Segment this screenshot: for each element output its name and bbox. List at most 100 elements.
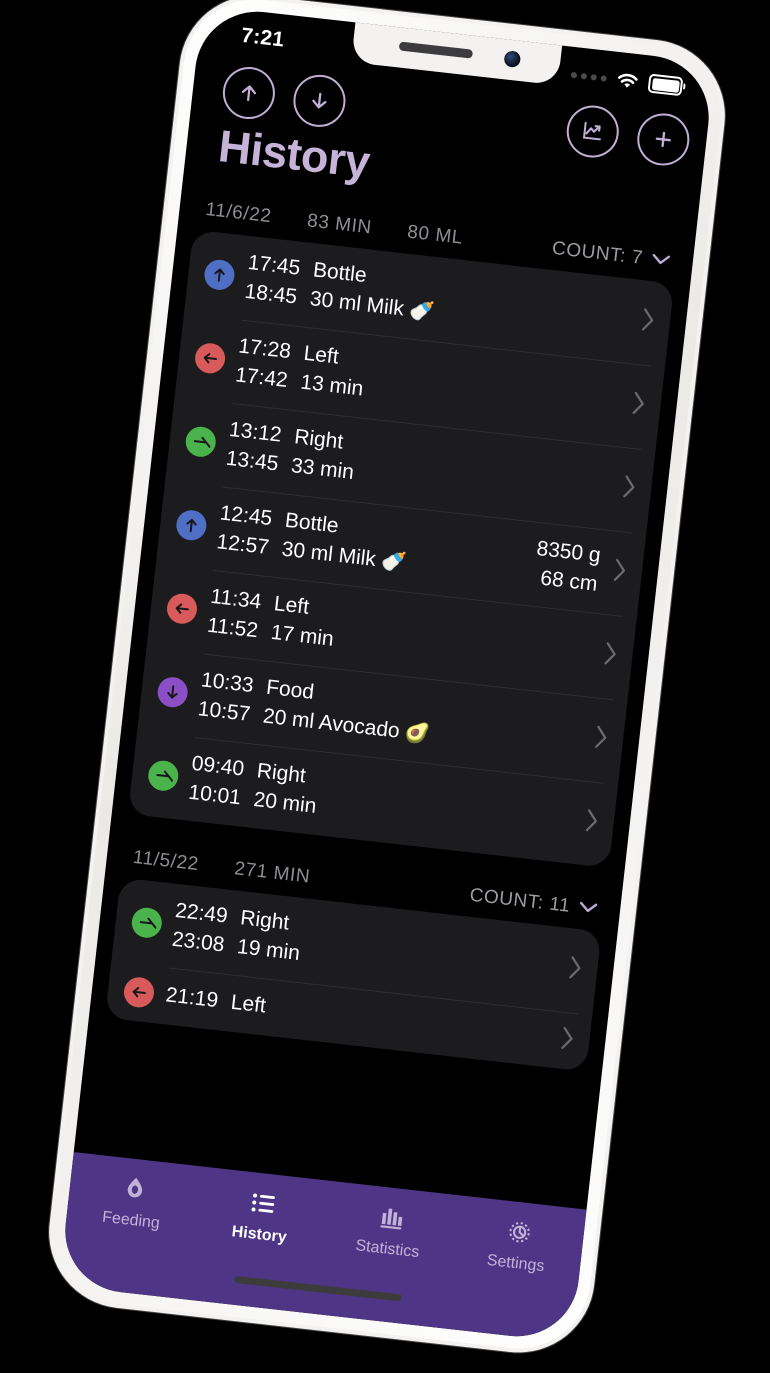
scroll-to-bottom-button[interactable] (290, 72, 349, 130)
arrow-left-icon (203, 352, 218, 364)
entry-type-badge (174, 508, 208, 542)
phone-screen: 7:21 History 11/6/22 83 MIN 80 ML COUNT:… (58, 5, 716, 1343)
entry-end-time: 18:45 (243, 279, 299, 309)
arrow-down-circle-icon (312, 92, 327, 109)
chevron-right-icon (623, 475, 635, 498)
entry-times: 11:34 11:52 (206, 583, 263, 646)
droplet-icon (127, 1177, 142, 1198)
entry-end-time: 12:57 (215, 530, 271, 559)
entry-end-time: 13:45 (224, 446, 280, 476)
entry-times: 13:12 13:45 (224, 416, 283, 479)
entry-times: 09:40 10:01 (187, 750, 246, 813)
entry-times: 17:45 18:45 (243, 249, 302, 312)
droplet-icon (118, 1171, 151, 1206)
day-card: 17:45 18:45 Bottle 30 ml Milk 🍼 17:28 17:42 Le… (127, 229, 675, 868)
wifi-icon (618, 73, 638, 88)
entry-disclosure-chevron[interactable] (620, 473, 638, 505)
entry-type-badge (122, 975, 156, 1009)
arrow-right-icon (156, 770, 174, 782)
status-indicators (570, 65, 684, 97)
entry-disclosure-chevron[interactable] (602, 640, 620, 672)
signal-dots-icon (570, 71, 608, 82)
entry-emoji-icon: 🍼 (374, 548, 408, 575)
day-volume: 80 ML (406, 221, 465, 249)
entry-times: 10:33 10:57 (196, 666, 255, 729)
chevron-right-icon (595, 725, 607, 749)
entry-disclosure-chevron[interactable] (583, 807, 601, 839)
entry-disclosure-chevron[interactable] (611, 557, 629, 589)
day-count-label: COUNT: 11 (468, 884, 572, 917)
tab-statistics[interactable]: Statistics (322, 1195, 457, 1266)
gear-icon (508, 1221, 530, 1243)
tab-label: Statistics (354, 1237, 421, 1262)
chart-uptrend-circle-icon (582, 121, 601, 141)
screenshot-stage: 7:21 History 11/6/22 83 MIN 80 ML COUNT:… (0, 0, 770, 1373)
list-icon (246, 1186, 279, 1221)
tab-history[interactable]: History (194, 1180, 329, 1251)
tab-label: History (230, 1223, 288, 1247)
entry-disclosure-chevron[interactable] (630, 390, 648, 422)
entry-type-badge (165, 591, 199, 626)
day-minutes: 83 MIN (306, 210, 373, 239)
scroll-to-top-button[interactable] (220, 64, 278, 122)
chevron-down-icon (580, 901, 598, 912)
day-date: 11/5/22 (131, 846, 200, 875)
battery-full-icon (647, 73, 684, 97)
chevron-right-icon (632, 392, 644, 415)
entry-end-time: 10:57 (196, 696, 252, 726)
entry-times: 12:45 12:57 (215, 499, 274, 562)
entry-end-time: 17:42 (234, 363, 289, 392)
entry-end-time: 23:08 (170, 927, 226, 957)
entry-start-time: 21:19 (164, 982, 220, 1012)
entry-metrics: 8350 g 68 cm (532, 535, 602, 600)
earpiece-speaker (398, 41, 474, 59)
bar-chart-icon (379, 1208, 402, 1230)
tab-feeding[interactable]: Feeding (66, 1166, 201, 1237)
chevron-right-icon (641, 308, 654, 331)
entry-type-badge (146, 758, 180, 792)
arrow-right-icon (193, 436, 211, 448)
chevron-right-icon (561, 1026, 573, 1049)
entry-times: 22:49 23:08 (170, 897, 229, 960)
chevron-down-icon[interactable] (650, 249, 672, 273)
chevron-down-icon[interactable] (577, 896, 599, 920)
statistics-button[interactable] (564, 102, 622, 161)
entry-disclosure-chevron[interactable] (566, 954, 584, 986)
entry-type-badge (156, 675, 190, 709)
day-count-toggle[interactable]: COUNT: 11 (469, 884, 600, 920)
entry-times: 21:19 (164, 981, 220, 1016)
arrow-left-icon (132, 987, 146, 998)
tab-settings[interactable]: Settings (450, 1209, 585, 1280)
tab-label: Feeding (101, 1208, 161, 1233)
list-icon (250, 1193, 275, 1213)
arrow-up-icon (186, 518, 197, 533)
phone-mockup: 7:21 History 11/6/22 83 MIN 80 ML COUNT:… (41, 0, 733, 1361)
chevron-down-icon (652, 253, 670, 265)
arrow-right-icon (139, 917, 157, 929)
arrow-up-icon (214, 268, 225, 282)
chevron-right-icon (613, 559, 626, 582)
entry-type-badge (193, 341, 227, 375)
front-camera (503, 50, 522, 68)
entry-disclosure-chevron[interactable] (639, 307, 657, 339)
entry-emoji-icon: 🥑 (398, 720, 432, 746)
entry-description: Bottle 30 ml Milk 🍼 (280, 507, 538, 593)
status-clock: 7:21 (240, 23, 286, 52)
arrow-up-circle-icon (241, 85, 257, 102)
tab-label: Settings (485, 1251, 546, 1276)
day-date: 11/6/22 (204, 198, 273, 228)
entry-emoji-icon: 🍼 (402, 298, 436, 324)
bar-chart-icon (374, 1200, 407, 1235)
entry-type-badge (184, 425, 218, 459)
chevron-right-icon (585, 809, 597, 832)
entry-metric-value: 68 cm (539, 566, 599, 596)
add-entry-button[interactable] (634, 110, 693, 169)
arrow-down-icon (167, 684, 178, 699)
entry-end-time: 10:01 (187, 780, 243, 810)
entry-disclosure-chevron[interactable] (559, 1024, 577, 1056)
entry-disclosure-chevron[interactable] (592, 724, 610, 756)
chevron-right-icon (569, 956, 581, 979)
arrow-left-icon (175, 603, 189, 614)
day-count-toggle[interactable]: COUNT: 7 (551, 238, 672, 273)
entry-type-badge (130, 905, 164, 939)
